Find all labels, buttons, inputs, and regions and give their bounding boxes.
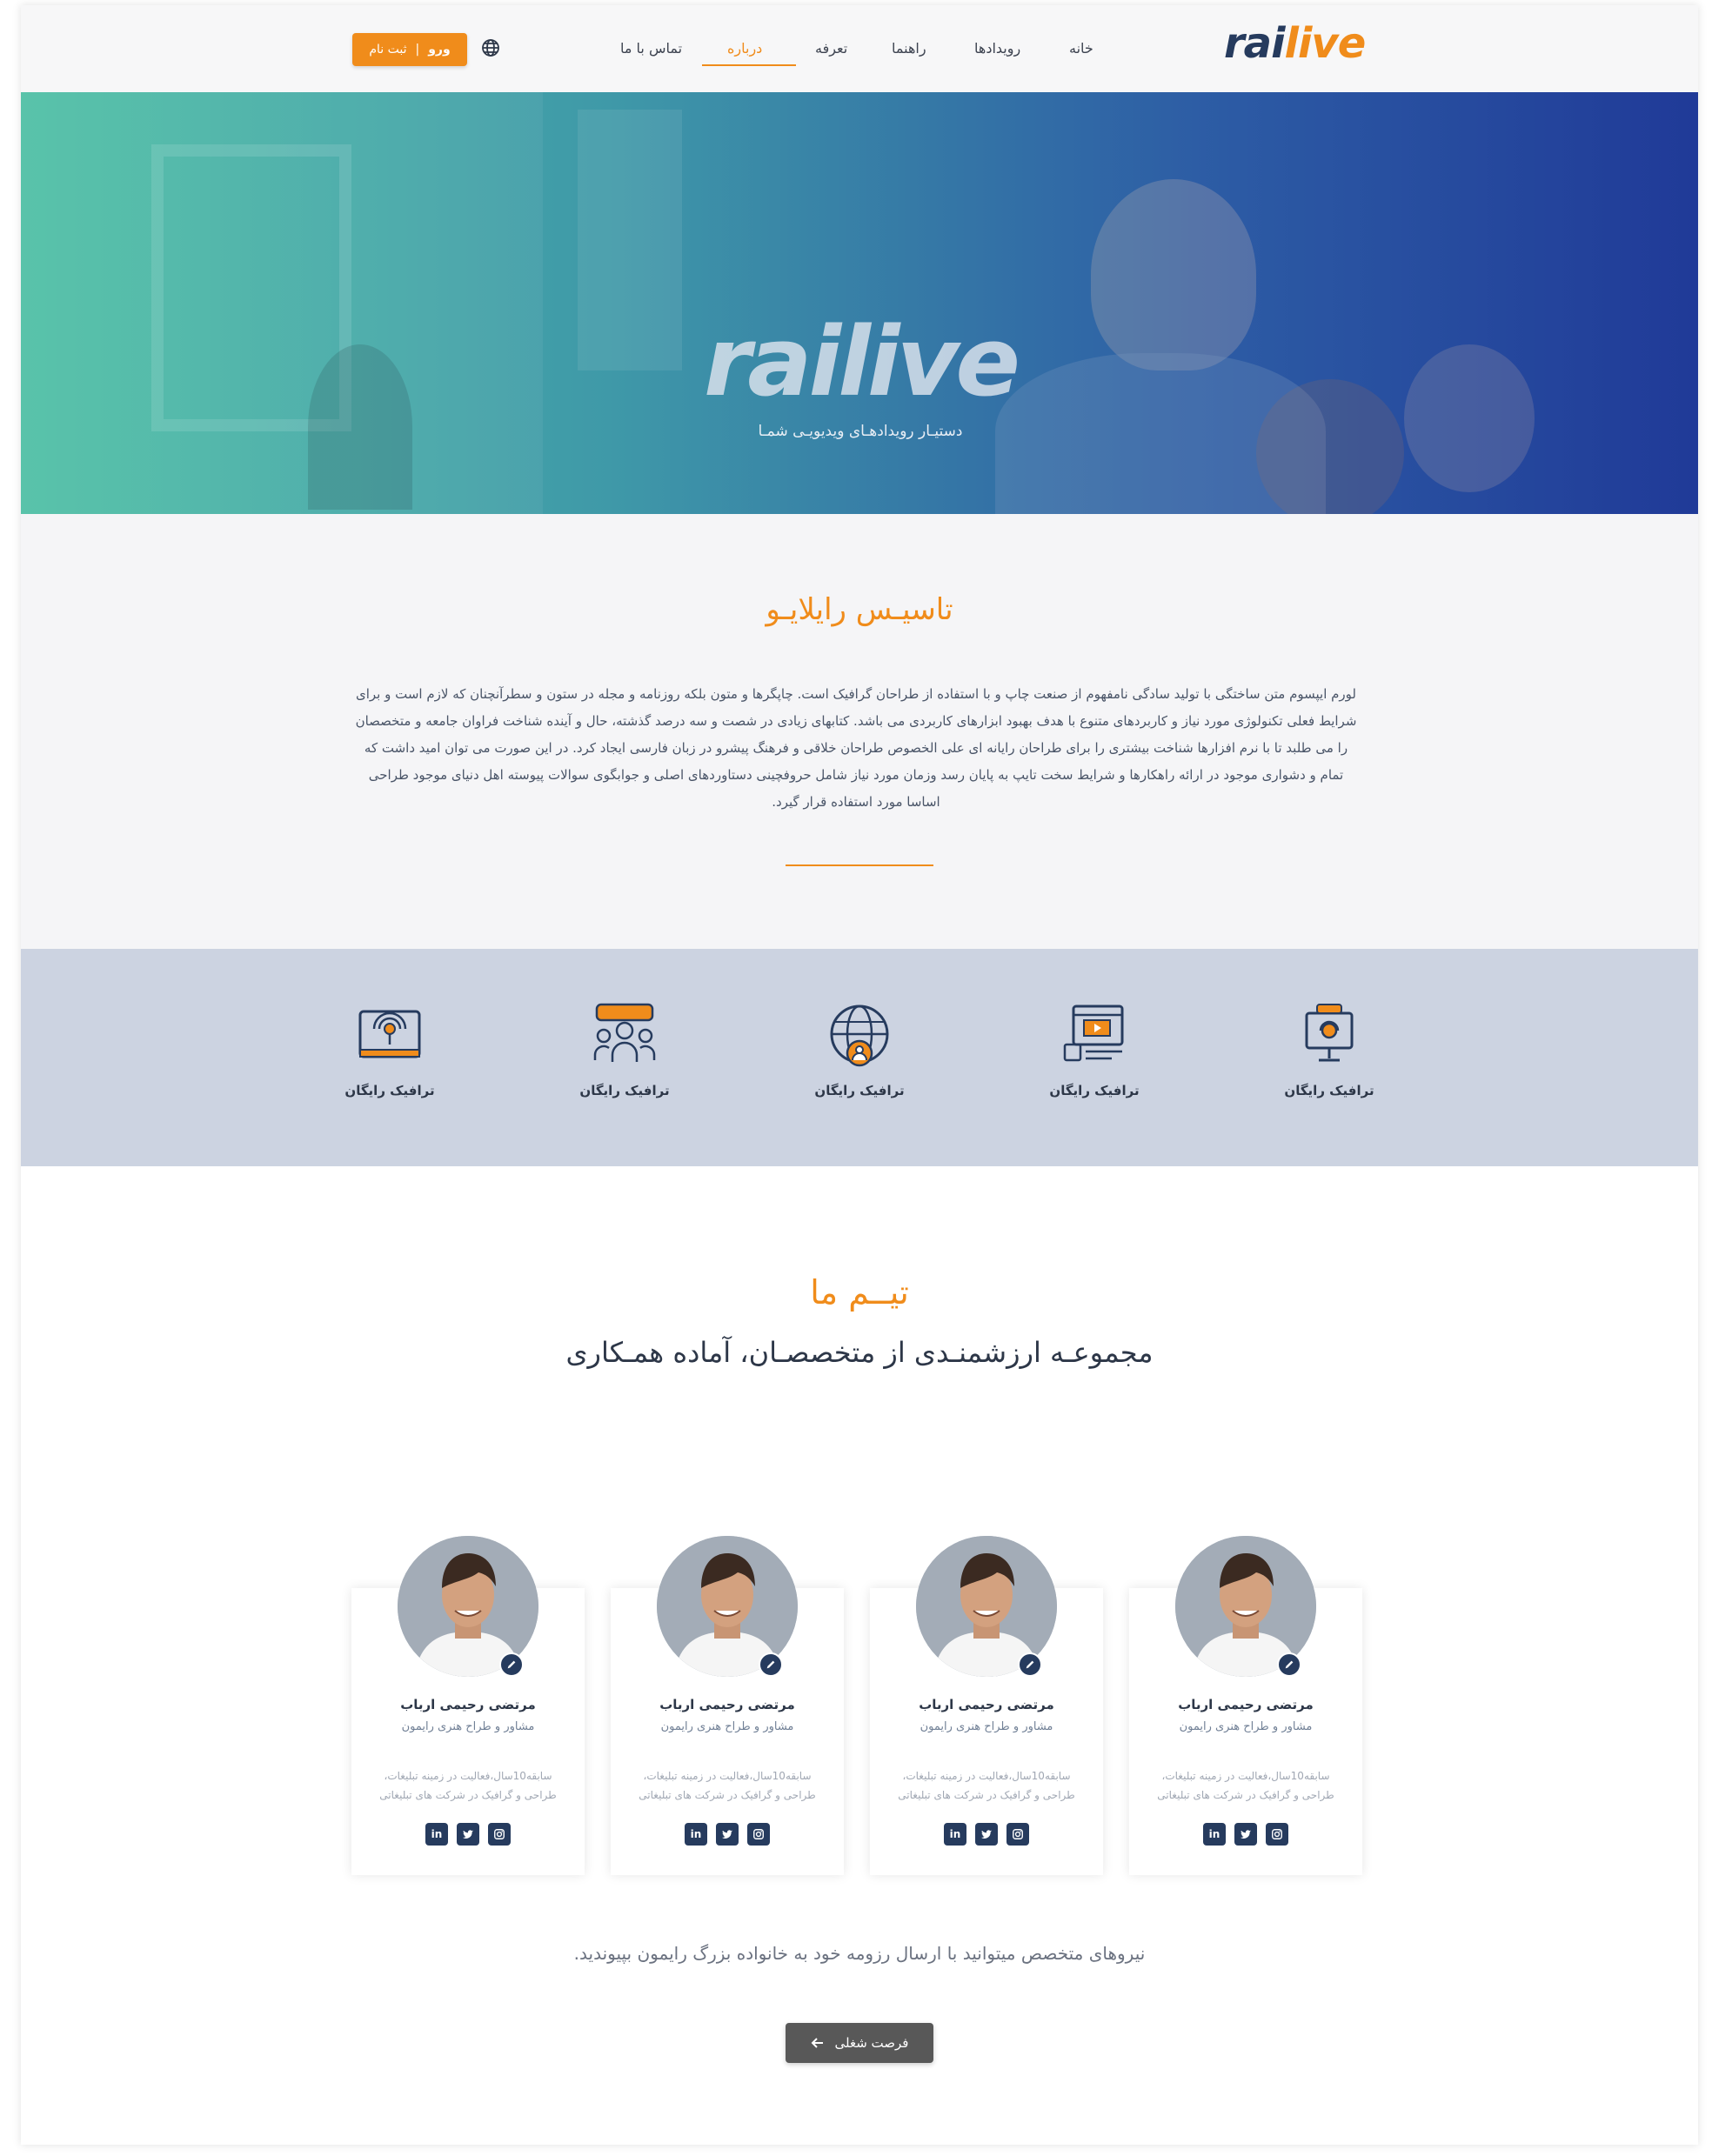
site-logo[interactable]: railive [1224,23,1366,64]
twitter-icon[interactable] [1234,1823,1257,1846]
member-bio: سابقه10سال،فعالیت در زمینه تبلیغات، طراحی… [887,1766,1086,1805]
about-section: تاسیـس رایلایـو لورم ایپسوم متن ساختگی ب… [21,514,1698,949]
member-bio-line: سابقه10سال،فعالیت در زمینه تبلیغات، [1161,1770,1330,1782]
auth-button[interactable]: ورو | ثبت نام [352,33,467,66]
register-label: ثبت نام [369,43,407,57]
pencil-icon [1285,1660,1294,1669]
instagram-icon[interactable] [747,1823,770,1846]
logo-part-rai: rai [1224,19,1286,68]
live-broadcast-icon [358,1010,421,1058]
member-name: مرتضی رحیمی ارباب [659,1697,795,1712]
about-text: لورم ایپسوم متن ساختگی با تولید سادگی نا… [355,686,1357,810]
auth-separator: | [415,43,420,57]
member-bio: سابقه10سال،فعالیت در زمینه تبلیغات، طراحی… [369,1766,567,1805]
global-user-icon [830,1005,889,1067]
linkedin-icon[interactable]: in [944,1823,966,1846]
member-bio-line: سابقه10سال،فعالیت در زمینه تبلیغات، [643,1770,812,1782]
feature-item: ترافیک رایگان [329,1001,451,1098]
nav-pricing[interactable]: تعرفه [815,40,847,57]
feature-label: ترافیک رایگان [814,1083,905,1098]
member-role: مشاور و طراح هنری رایمون [401,1720,535,1733]
about-title: تاسیـس رایلایـو [766,592,953,627]
nav-events[interactable]: رویدادها [974,40,1020,57]
linkedin-icon[interactable]: in [685,1823,707,1846]
member-name: مرتضی رحیمی ارباب [1178,1697,1314,1712]
nav-about[interactable]: درباره [727,40,762,57]
login-label: ورو [428,43,451,57]
feature-label: ترافیک رایگان [344,1083,435,1098]
social-links: in [611,1823,844,1846]
member-role: مشاور و طراح هنری رایمون [1179,1720,1313,1733]
instagram-icon[interactable] [1266,1823,1288,1846]
about-divider [786,864,933,866]
team-chat-icon [593,1003,656,1062]
hero-subtitle: دستیـار رویدادهـای ویدیویـی شمـا [758,423,963,440]
edit-avatar-button[interactable] [499,1652,524,1677]
member-name: مرتضی رحیمی ارباب [400,1697,536,1712]
member-name: مرتضی رحیمی ارباب [919,1697,1054,1712]
site-header: railive خانه رویدادها راهنما تعرفه دربار… [21,5,1698,92]
features-section: ترافیک رایگان ترافیک رایگان ترافیک رایگا… [21,949,1698,1166]
nav-home[interactable]: خانه [1069,40,1093,57]
instagram-icon[interactable] [488,1823,511,1846]
member-bio-line: طراحی و گرافیک در شرکت های تبلیغاتی [898,1789,1075,1801]
hero-bg-person-4 [308,344,412,510]
member-bio: سابقه10سال،فعالیت در زمینه تبلیغات، طراحی… [1147,1766,1345,1805]
feature-item: ترافیک رایگان [1268,1001,1390,1098]
twitter-icon[interactable] [716,1823,739,1846]
hero-banner: railive دستیـار رویدادهـای ویدیویـی شمـا [21,92,1698,514]
pencil-icon [766,1660,775,1669]
twitter-icon[interactable] [457,1823,479,1846]
feature-item: ترافیک رایگان [564,1001,685,1098]
nav-contact[interactable]: تماس با ما [620,40,682,57]
team-card: مرتضی رحیمی ارباب مشاور و طراح هنری رایم… [611,1536,844,1875]
pencil-icon [507,1660,516,1669]
team-card: مرتضی رحیمی ارباب مشاور و طراح هنری رایم… [870,1536,1103,1875]
feature-label: ترافیک رایگان [579,1083,670,1098]
team-title: تیــم ما [810,1273,909,1312]
hero-bg-column [578,110,682,370]
social-links: in [351,1823,585,1846]
member-bio-line: سابقه10سال،فعالیت در زمینه تبلیغات، [902,1770,1071,1782]
edit-avatar-button[interactable] [1277,1652,1301,1677]
feature-item: ترافیک رایگان [1033,1001,1155,1098]
hero-bg-person-2 [1404,344,1535,492]
page: railive خانه رویدادها راهنما تعرفه دربار… [21,5,1698,2145]
social-links: in [870,1823,1103,1846]
member-bio-line: طراحی و گرافیک در شرکت های تبلیغاتی [379,1789,557,1801]
team-card: مرتضی رحیمی ارباب مشاور و طراح هنری رایم… [351,1536,585,1875]
globe-icon[interactable] [480,37,501,58]
logo-part-live: live [1284,19,1367,68]
job-opportunity-button[interactable]: فرصت شغلی [786,2023,933,2063]
feature-item: ترافیک رایگان [799,1001,920,1098]
team-subtitle: مجموعـه ارزشمنـدی از متخصصـان، آماده همـ… [565,1336,1154,1369]
hero-logo: railive [704,306,1020,417]
active-nav-underline [702,64,796,66]
instagram-icon[interactable] [1006,1823,1029,1846]
hero-bg-person-3 [1256,379,1404,514]
video-player-icon [1063,1005,1124,1062]
arrow-left-icon [811,2038,823,2048]
edit-avatar-button[interactable] [1018,1652,1042,1677]
member-bio-line: طراحی و گرافیک در شرکت های تبلیغاتی [639,1789,816,1801]
feature-label: ترافیک رایگان [1049,1083,1140,1098]
team-card: مرتضی رحیمی ارباب مشاور و طراح هنری رایم… [1129,1536,1362,1875]
member-bio-line: سابقه10سال،فعالیت در زمینه تبلیغات، [384,1770,552,1782]
join-text: نیروهای متخصص میتوانید با ارسال رزومه خو… [573,1943,1146,1964]
social-links: in [1129,1823,1362,1846]
member-role: مشاور و طراح هنری رایمون [660,1720,794,1733]
member-role: مشاور و طراح هنری رایمون [920,1720,1053,1733]
twitter-icon[interactable] [975,1823,998,1846]
linkedin-icon[interactable]: in [1203,1823,1226,1846]
feature-label: ترافیک رایگان [1284,1083,1374,1098]
edit-avatar-button[interactable] [759,1652,783,1677]
pencil-icon [1026,1660,1034,1669]
nav-guide[interactable]: راهنما [892,40,926,57]
support-monitor-icon [1305,1004,1354,1062]
member-bio: سابقه10سال،فعالیت در زمینه تبلیغات، طراحی… [628,1766,826,1805]
hero-bg-person-1 [1091,179,1256,370]
linkedin-icon[interactable]: in [425,1823,448,1846]
job-button-label: فرصت شغلی [834,2035,909,2051]
member-bio-line: طراحی و گرافیک در شرکت های تبلیغاتی [1157,1789,1334,1801]
